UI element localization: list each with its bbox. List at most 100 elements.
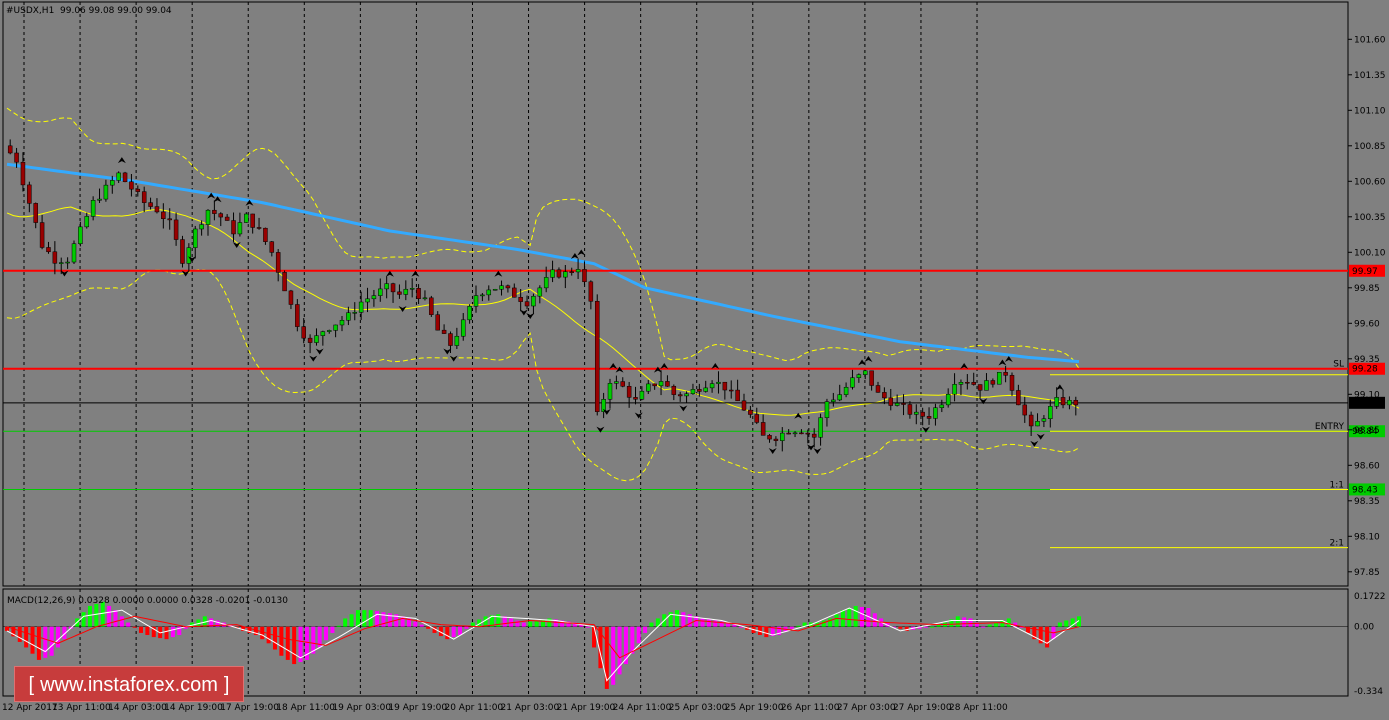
- candle-down: [435, 314, 440, 331]
- candle-up: [422, 297, 428, 300]
- x-tick-label: 13 Apr 11:00: [52, 703, 111, 713]
- candle-up: [862, 370, 868, 375]
- candle-up: [473, 295, 479, 307]
- macd-bar: [324, 626, 329, 641]
- candle-down: [505, 285, 511, 289]
- macd-bar: [170, 626, 175, 638]
- candle-down: [728, 389, 734, 392]
- candle-down: [1028, 414, 1034, 427]
- macd-bar: [592, 626, 597, 648]
- candle-up: [499, 285, 504, 290]
- candle-down: [697, 389, 702, 392]
- candle-up: [326, 330, 332, 332]
- candle-down: [135, 188, 141, 192]
- bollinger-upper: [6, 107, 1080, 369]
- candle-down: [677, 394, 683, 397]
- candle-up: [952, 384, 957, 395]
- y-tick-label: 101.10: [1354, 106, 1386, 116]
- candle-down: [282, 272, 287, 292]
- candle-down: [14, 152, 19, 163]
- candle-down: [212, 209, 217, 214]
- macd-bar: [164, 626, 169, 640]
- candle-up: [237, 222, 243, 235]
- candle-up: [352, 312, 358, 314]
- candle-down: [594, 301, 600, 412]
- macd-bar: [987, 624, 992, 627]
- candle-down: [582, 269, 587, 283]
- level-text-1:1: 1:1: [1330, 480, 1344, 490]
- candle-down: [901, 402, 906, 405]
- x-tick-label: 12 Apr 2017: [2, 703, 58, 713]
- macd-y-tick-label: 0.1722: [1354, 592, 1386, 602]
- candle-up: [97, 198, 102, 201]
- macd-bar: [898, 626, 903, 629]
- x-tick-label: 21 Apr 03:00: [501, 703, 560, 713]
- fractal-up: [117, 157, 126, 164]
- macd-bar: [1064, 620, 1069, 627]
- macd-bar: [279, 626, 284, 656]
- candle-up: [818, 417, 823, 438]
- candle-down: [52, 251, 58, 264]
- x-tick-label: 14 Apr 03:00: [108, 703, 167, 713]
- candle-down: [390, 283, 396, 293]
- candle-down: [633, 397, 638, 400]
- fractal-down: [519, 309, 528, 316]
- macd-bar: [113, 610, 118, 627]
- instaforex-watermark[interactable]: [www.instaforex.com]: [14, 666, 244, 702]
- candle-up: [78, 226, 83, 244]
- y-tick-label: 100.60: [1354, 177, 1386, 187]
- candle-down: [275, 252, 281, 273]
- candle-down: [569, 271, 574, 273]
- candle-down: [556, 269, 562, 278]
- macd-bar: [853, 605, 858, 627]
- macd-bar: [789, 626, 794, 629]
- candle-down: [626, 386, 632, 398]
- macd-bar: [56, 626, 61, 648]
- candle-up: [843, 386, 849, 395]
- candle-down: [295, 304, 300, 327]
- candle-down: [907, 404, 913, 415]
- candle-down: [154, 206, 160, 213]
- candle-down: [926, 416, 932, 419]
- chart-window[interactable]: 99.97 SL 99.28 ENTRY 98.84 1:1 98.43 2:1 99.04 1…: [0, 0, 1389, 716]
- fractal-down: [813, 447, 822, 454]
- candle-down: [441, 329, 447, 334]
- macd-bar: [419, 624, 424, 627]
- x-tick-label: 20 Apr 11:00: [444, 703, 503, 713]
- candle-up: [371, 295, 377, 300]
- candle-up: [460, 319, 466, 337]
- fractal-down: [449, 355, 458, 362]
- price-chart[interactable]: 99.97SL 99.28ENTRY 98.841:1 98.432:199.04 1…: [0, 0, 1389, 716]
- macd-bar: [94, 603, 99, 627]
- macd-bar: [1045, 626, 1050, 648]
- candle-down: [1022, 404, 1028, 416]
- candle-up: [467, 306, 472, 321]
- candle-up: [244, 213, 249, 223]
- y-tick-label: 100.35: [1354, 213, 1386, 223]
- candle-up: [856, 374, 862, 378]
- candle-down: [1009, 375, 1015, 391]
- macd-bar: [981, 626, 986, 628]
- fractal-down: [807, 444, 815, 451]
- y-tick-label: 99.60: [1354, 319, 1380, 329]
- candle-down: [263, 227, 268, 242]
- macd-bar: [458, 626, 463, 636]
- macd-bar: [923, 626, 928, 628]
- macd-bar: [860, 607, 865, 627]
- candle-up: [639, 390, 645, 400]
- macd-bar: [541, 619, 545, 627]
- candle-up: [90, 200, 96, 217]
- candle-down: [971, 382, 976, 385]
- fractal-down: [315, 348, 324, 355]
- candle-down: [977, 384, 983, 391]
- candle-down: [307, 337, 313, 343]
- macd-bar: [375, 611, 380, 627]
- fractal-up: [213, 196, 222, 203]
- macd-bar: [968, 618, 973, 627]
- candle-down: [767, 435, 772, 440]
- macd-bar: [451, 626, 456, 638]
- macd-bar: [336, 625, 341, 627]
- y-tick-label: 97.85: [1354, 568, 1380, 578]
- candle-up: [480, 294, 485, 297]
- macd-bar: [292, 626, 297, 665]
